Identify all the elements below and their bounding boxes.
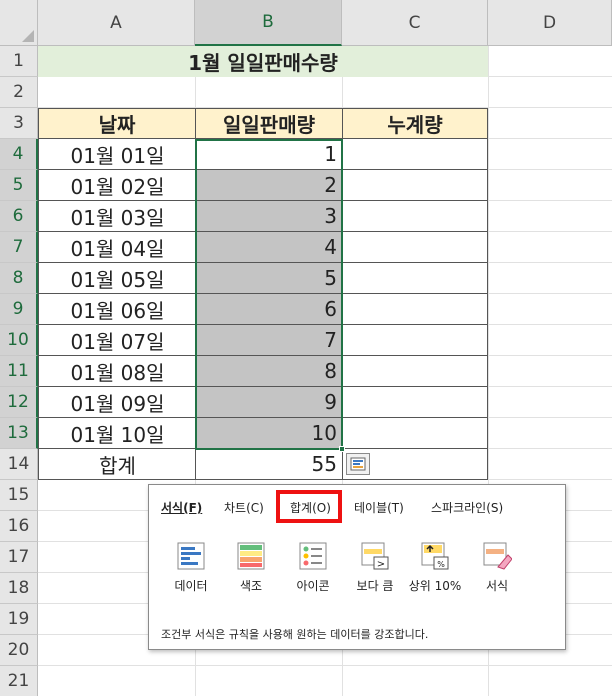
row-header-7[interactable]: 7 (0, 232, 38, 263)
cumulative-cell[interactable] (342, 387, 488, 418)
tool-data-bars-label: 데이터 (174, 579, 208, 593)
icon-set-icon (299, 542, 327, 570)
row-header-19[interactable]: 19 (0, 604, 38, 635)
tool-color-scale[interactable]: 색조 (219, 541, 283, 601)
svg-text:%: % (437, 560, 445, 569)
cumulative-cell[interactable] (342, 232, 488, 263)
tool-icon-set-label: 아이콘 (296, 579, 330, 593)
column-header-d[interactable]: D (488, 0, 612, 46)
row-gridline (38, 665, 612, 666)
daily-sales-cell[interactable]: 10 (195, 418, 343, 449)
tool-clear-format-label: 서식 (485, 579, 509, 593)
row-header-15[interactable]: 15 (0, 480, 38, 511)
clear-format-icon (483, 542, 512, 570)
column-header-c[interactable]: C (342, 0, 488, 46)
date-cell[interactable]: 01월 04일 (38, 232, 196, 263)
popup-description: 조건부 서식은 규칙을 사용해 원하는 데이터를 강조합니다. (161, 628, 429, 641)
daily-sales-cell[interactable]: 5 (195, 263, 343, 294)
row-header-1[interactable]: 1 (0, 46, 38, 77)
row-header-2[interactable]: 2 (0, 77, 38, 108)
row-header-21[interactable]: 21 (0, 666, 38, 696)
row-header-9[interactable]: 9 (0, 294, 38, 325)
total-value-cell[interactable]: 55 (195, 449, 343, 480)
row-header-20[interactable]: 20 (0, 635, 38, 666)
cumulative-cell[interactable] (342, 418, 488, 449)
fill-handle[interactable] (339, 446, 345, 452)
tab-charts[interactable]: 차트(C) (224, 499, 264, 516)
tool-top-10-percent[interactable]: % 상위 10% (403, 541, 467, 601)
date-cell[interactable]: 01월 01일 (38, 139, 196, 170)
row-header-11[interactable]: 11 (0, 356, 38, 387)
tool-top-10-percent-label: 상위 10% (408, 579, 462, 593)
tab-formatting[interactable]: 서식(F) (161, 499, 202, 516)
column-header-a[interactable]: A (38, 0, 195, 46)
date-cell[interactable]: 01월 08일 (38, 356, 196, 387)
cumulative-cell[interactable] (342, 139, 488, 170)
cumulative-cell[interactable] (342, 263, 488, 294)
date-cell[interactable]: 01월 07일 (38, 325, 196, 356)
header-date[interactable]: 날짜 (38, 108, 196, 139)
date-cell[interactable]: 01월 02일 (38, 170, 196, 201)
title-cell[interactable]: 1월 일일판매수량 (38, 46, 488, 77)
greater-than-icon: > (361, 542, 389, 570)
row-header-5[interactable]: 5 (0, 170, 38, 201)
cumulative-cell[interactable] (342, 325, 488, 356)
quick-analysis-popup: 서식(F) 차트(C) 합계(O) 테이블(T) 스파크라인(S) 데이터 색조… (148, 484, 566, 650)
select-all-corner[interactable] (0, 0, 38, 46)
cumulative-cell[interactable] (342, 294, 488, 325)
row-header-10[interactable]: 10 (0, 325, 38, 356)
quick-analysis-icon (350, 457, 366, 471)
daily-sales-cell[interactable]: 3 (195, 201, 343, 232)
row-header-12[interactable]: 12 (0, 387, 38, 418)
data-bars-icon (177, 542, 205, 570)
date-cell[interactable]: 01월 03일 (38, 201, 196, 232)
daily-sales-cell[interactable]: 2 (195, 170, 343, 201)
totals-tab-highlight (276, 490, 342, 523)
spreadsheet: A B C D 1 2 3 4 5 6 7 8 9 10 11 12 13 14 15 16 17 18 19 20 2… (0, 0, 612, 696)
row-header-13[interactable]: 13 (0, 418, 38, 449)
tool-greater-than[interactable]: > 보다 큼 (343, 541, 407, 601)
column-header-b[interactable]: B (195, 0, 342, 46)
tool-data-bars[interactable]: 데이터 (159, 541, 223, 601)
date-cell[interactable]: 01월 09일 (38, 387, 196, 418)
color-scale-icon (237, 542, 265, 570)
header-cumulative[interactable]: 누계량 (342, 108, 488, 139)
row-header-16[interactable]: 16 (0, 511, 38, 542)
tool-icon-set[interactable]: 아이콘 (281, 541, 345, 601)
row-header-6[interactable]: 6 (0, 201, 38, 232)
row-header-4[interactable]: 4 (0, 139, 38, 170)
daily-sales-cell[interactable]: 7 (195, 325, 343, 356)
quick-analysis-button[interactable] (346, 453, 370, 475)
tab-sparklines[interactable]: 스파크라인(S) (431, 499, 503, 516)
svg-text:>: > (377, 559, 385, 570)
daily-sales-cell[interactable]: 9 (195, 387, 343, 418)
date-cell[interactable]: 01월 10일 (38, 418, 196, 449)
top-10-percent-icon: % (421, 542, 449, 570)
row-header-14[interactable]: 14 (0, 449, 38, 480)
tab-tables[interactable]: 테이블(T) (354, 499, 404, 516)
row-header-17[interactable]: 17 (0, 542, 38, 573)
header-daily-sales[interactable]: 일일판매량 (195, 108, 343, 139)
cumulative-cell[interactable] (342, 356, 488, 387)
daily-sales-cell[interactable]: 8 (195, 356, 343, 387)
date-cell[interactable]: 01월 06일 (38, 294, 196, 325)
daily-sales-cell[interactable]: 1 (195, 139, 343, 170)
tool-greater-than-label: 보다 큼 (356, 579, 394, 593)
cumulative-cell[interactable] (342, 201, 488, 232)
tool-color-scale-label: 색조 (239, 579, 263, 593)
daily-sales-cell[interactable]: 6 (195, 294, 343, 325)
row-header-8[interactable]: 8 (0, 263, 38, 294)
row-header-18[interactable]: 18 (0, 573, 38, 604)
date-cell[interactable]: 01월 05일 (38, 263, 196, 294)
total-label-cell[interactable]: 합계 (38, 449, 196, 480)
tool-clear-format[interactable]: 서식 (465, 541, 529, 601)
row-header-3[interactable]: 3 (0, 108, 38, 139)
daily-sales-cell[interactable]: 4 (195, 232, 343, 263)
cumulative-cell[interactable] (342, 170, 488, 201)
